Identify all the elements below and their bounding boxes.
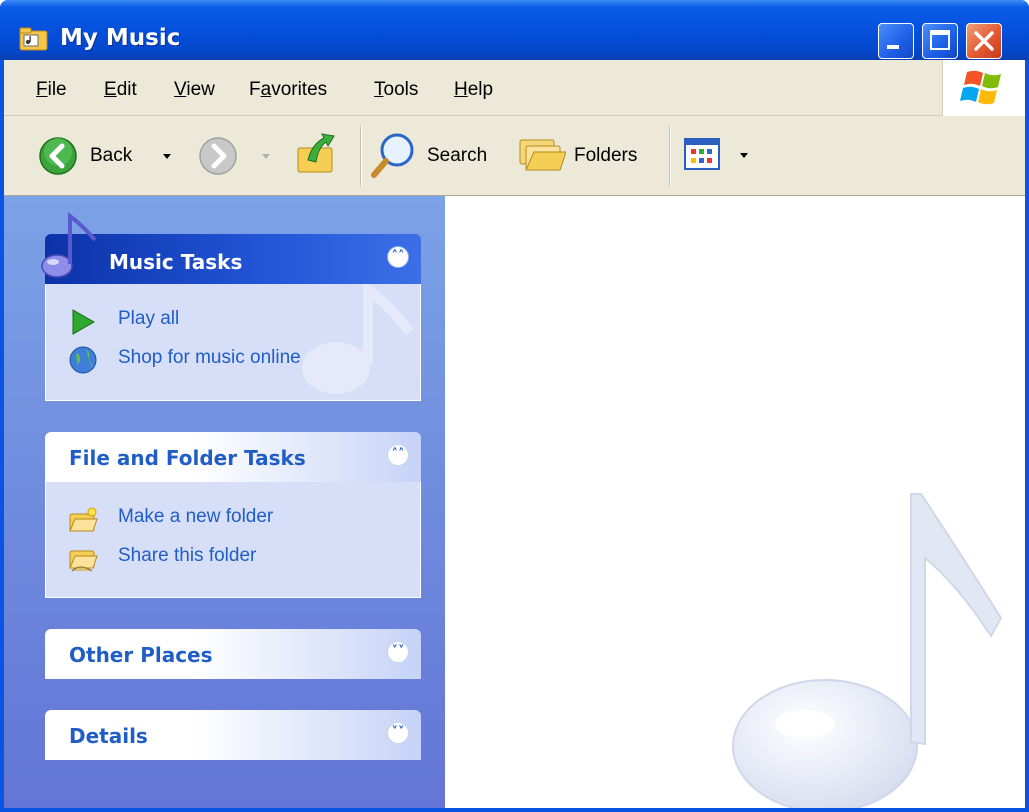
- expand-icon: ˅˅: [391, 725, 405, 740]
- up-folder-icon: [297, 133, 335, 173]
- forward-button[interactable]: [194, 133, 274, 179]
- folders-button[interactable]: Folders: [516, 130, 656, 182]
- folder-music-icon: [19, 27, 48, 51]
- file-folder-tasks-header[interactable]: File and Folder Tasks ˄˄: [45, 432, 421, 482]
- toolbar-separator: [669, 126, 671, 186]
- close-icon: [974, 31, 994, 51]
- back-label: Back: [90, 145, 133, 166]
- collapse-button[interactable]: ˄˄: [387, 246, 409, 268]
- play-icon: [72, 309, 96, 335]
- minimize-button[interactable]: [878, 23, 914, 59]
- file-folder-tasks-panel: File and Folder Tasks ˄˄ Make a new fold…: [45, 432, 421, 598]
- music-tasks-header[interactable]: Music Tasks ˄˄: [41, 212, 421, 284]
- chevron-down-icon: [262, 154, 270, 159]
- back-button[interactable]: Back: [34, 133, 174, 179]
- maximize-button[interactable]: [922, 23, 958, 59]
- share-folder-link[interactable]: Share this folder: [69, 543, 370, 572]
- forward-arrow-icon: [199, 137, 237, 175]
- shop-music-link[interactable]: Shop for music online: [69, 345, 370, 374]
- windows-logo: [942, 60, 1025, 116]
- music-note-icon: [302, 284, 414, 394]
- expand-button[interactable]: ˅˅: [387, 722, 409, 744]
- menu-tools[interactable]: Tools: [374, 79, 418, 101]
- menu-help[interactable]: Help: [454, 79, 493, 101]
- menu-access-key: T: [374, 79, 384, 100]
- play-all-link[interactable]: Play all: [70, 306, 370, 335]
- collapse-icon: ˄˄: [391, 447, 405, 462]
- folders-label: Folders: [574, 145, 638, 166]
- file-view[interactable]: [445, 196, 1025, 808]
- menu-favorites[interactable]: Favorites: [249, 79, 327, 101]
- collapse-button[interactable]: ˄˄: [387, 444, 409, 466]
- maximize-icon: [930, 30, 950, 50]
- other-places-panel: Other Places ˅˅: [45, 629, 421, 679]
- search-label: Search: [427, 145, 488, 166]
- details-title: Details: [69, 724, 148, 748]
- music-note-icon: [41, 212, 97, 278]
- new-folder-icon: [69, 507, 98, 532]
- menu-access-key: F: [36, 79, 48, 100]
- file-folder-tasks-body: Make a new folder Share this folder: [45, 482, 421, 598]
- menu-access-key: a: [260, 79, 272, 100]
- details-panel: Details ˅˅: [45, 710, 421, 760]
- play-all-label: Play all: [118, 308, 180, 329]
- menu-access-key: H: [454, 79, 468, 100]
- globe-icon: [69, 346, 97, 374]
- other-places-title: Other Places: [69, 643, 213, 667]
- toolbar-separator: [360, 126, 362, 186]
- music-tasks-panel: Music Tasks ˄˄ Play all Shop for music o…: [41, 212, 421, 401]
- close-button[interactable]: [966, 23, 1002, 59]
- task-pane: Music Tasks ˄˄ Play all Shop for music o…: [4, 196, 445, 808]
- music-tasks-body: Play all Shop for music online: [45, 284, 421, 401]
- menu-bar: File Edit View Favorites Tools Help: [4, 60, 1025, 116]
- file-folder-tasks-title: File and Folder Tasks: [69, 446, 306, 470]
- menu-access-key: V: [174, 79, 187, 100]
- make-new-folder-link[interactable]: Make a new folder: [69, 504, 370, 532]
- expand-button[interactable]: ˅˅: [387, 641, 409, 663]
- music-tasks-title: Music Tasks: [109, 250, 243, 274]
- toolbar: Back Search Folders: [4, 116, 1025, 196]
- window-title: My Music: [60, 25, 181, 51]
- windows-logo-icon: [960, 70, 1001, 105]
- menu-view[interactable]: View: [174, 79, 215, 101]
- expand-icon: ˅˅: [391, 644, 405, 659]
- share-folder-icon: [69, 550, 98, 572]
- views-button[interactable]: [682, 136, 752, 178]
- search-button[interactable]: Search: [369, 130, 504, 182]
- explorer-window: My Music File Edit View Favorites Tools …: [0, 0, 1029, 812]
- collapse-icon: ˄˄: [391, 249, 405, 264]
- chevron-down-icon: [163, 154, 171, 159]
- folders-icon: [519, 139, 567, 171]
- up-button[interactable]: [294, 130, 344, 182]
- share-folder-label: Share this folder: [118, 545, 257, 566]
- chevron-down-icon: [740, 153, 748, 158]
- title-bar[interactable]: My Music: [0, 0, 1029, 60]
- search-icon: [371, 133, 414, 178]
- menu-edit[interactable]: Edit: [104, 79, 137, 101]
- menu-access-key: E: [104, 79, 117, 100]
- shop-music-label: Shop for music online: [118, 347, 301, 368]
- views-icon: [684, 138, 720, 170]
- music-note-icon: [732, 493, 1003, 808]
- details-header[interactable]: Details ˅˅: [45, 710, 421, 760]
- back-arrow-icon: [39, 137, 77, 175]
- other-places-header[interactable]: Other Places ˅˅: [45, 629, 421, 679]
- menu-file[interactable]: File: [36, 79, 67, 101]
- minimize-icon: [887, 45, 899, 49]
- make-new-folder-label: Make a new folder: [118, 506, 274, 527]
